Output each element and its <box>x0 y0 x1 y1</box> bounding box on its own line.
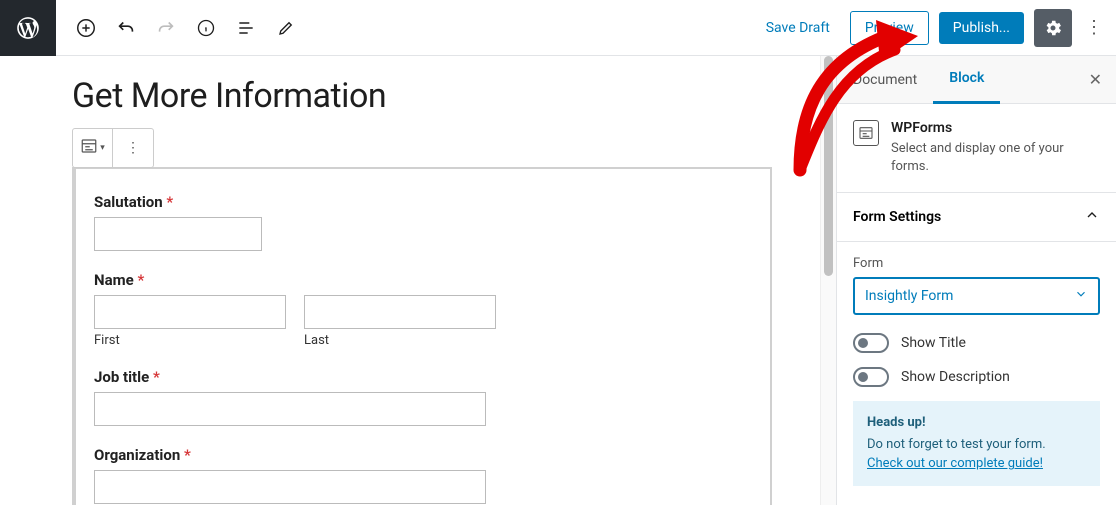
sublabel-last: Last <box>304 333 496 348</box>
save-draft-button[interactable]: Save Draft <box>756 14 840 42</box>
wpforms-icon <box>853 120 879 146</box>
chevron-down-icon: ▾ <box>100 143 105 153</box>
field-organization: Organization * <box>94 446 752 504</box>
editor-topbar: Save Draft Preview Publish... ⋮ <box>0 0 1116 56</box>
toggle-show-title-switch[interactable] <box>853 333 889 353</box>
salutation-input[interactable] <box>94 217 262 251</box>
editor-canvas: Get More Information ▾ ⋮ Salutation * Na… <box>0 56 820 505</box>
settings-sidebar: Document Block ✕ WPForms Select and disp… <box>836 56 1116 505</box>
close-sidebar-button[interactable]: ✕ <box>1075 70 1116 89</box>
block-type-icon[interactable]: ▾ <box>73 129 113 167</box>
panel-title: Form Settings <box>853 209 941 225</box>
panel-form-settings[interactable]: Form Settings <box>837 192 1116 242</box>
toolbar-right: Save Draft Preview Publish... ⋮ <box>756 9 1116 47</box>
chevron-down-icon <box>1074 287 1088 305</box>
scrollbar-thumb[interactable] <box>824 56 833 276</box>
field-label: Job title * <box>94 368 752 386</box>
sublabel-first: First <box>94 333 286 348</box>
preview-button[interactable]: Preview <box>850 11 929 45</box>
form-icon <box>80 137 98 159</box>
field-job-title: Job title * <box>94 368 752 426</box>
publish-button[interactable]: Publish... <box>939 12 1024 44</box>
wordpress-logo[interactable] <box>0 0 56 56</box>
add-block-button[interactable] <box>68 10 104 46</box>
field-label: Salutation * <box>94 193 752 211</box>
field-label: Name * <box>94 271 752 289</box>
redo-button[interactable] <box>148 10 184 46</box>
settings-button[interactable] <box>1034 9 1072 47</box>
toggle-show-description: Show Description <box>853 367 1100 387</box>
workspace: Get More Information ▾ ⋮ Salutation * Na… <box>0 56 1116 505</box>
block-description: WPForms Select and display one of your f… <box>837 104 1116 192</box>
toggle-show-title: Show Title <box>853 333 1100 353</box>
field-label: Organization * <box>94 446 752 464</box>
block-more-button[interactable]: ⋮ <box>113 129 153 167</box>
block-description-text: Select and display one of your forms. <box>891 140 1100 176</box>
toggle-label: Show Description <box>901 369 1010 385</box>
block-toolbar: ▾ ⋮ <box>72 128 154 168</box>
notice-body: Do not forget to test your form. <box>867 437 1046 452</box>
panel-body: Form Insightly Form Show Title Show Desc… <box>837 242 1116 505</box>
page-title[interactable]: Get More Information <box>72 76 776 116</box>
chevron-up-icon <box>1084 207 1100 227</box>
block-name: WPForms <box>891 120 1100 136</box>
organization-input[interactable] <box>94 470 486 504</box>
tab-document[interactable]: Document <box>837 56 933 104</box>
field-salutation: Salutation * <box>94 193 752 251</box>
toolbar-left <box>56 10 304 46</box>
notice-heading: Heads up! <box>867 413 1086 433</box>
sidebar-tabs: Document Block ✕ <box>837 56 1116 104</box>
edit-button[interactable] <box>268 10 304 46</box>
field-name: Name * First Last <box>94 271 752 348</box>
form-block[interactable]: Salutation * Name * First Last Jo <box>72 167 772 505</box>
last-name-input[interactable] <box>304 295 496 329</box>
form-select-value: Insightly Form <box>865 288 953 304</box>
scrollbar-track[interactable] <box>820 56 836 505</box>
toggle-show-description-switch[interactable] <box>853 367 889 387</box>
undo-button[interactable] <box>108 10 144 46</box>
form-select-label: Form <box>853 256 1100 271</box>
job-title-input[interactable] <box>94 392 486 426</box>
tab-block[interactable]: Block <box>933 56 1000 104</box>
notice-box: Heads up! Do not forget to test your for… <box>853 401 1100 486</box>
more-options-button[interactable]: ⋮ <box>1082 9 1106 47</box>
first-name-input[interactable] <box>94 295 286 329</box>
toggle-label: Show Title <box>901 335 966 351</box>
form-select[interactable]: Insightly Form <box>853 277 1100 315</box>
info-button[interactable] <box>188 10 224 46</box>
outline-button[interactable] <box>228 10 264 46</box>
notice-link[interactable]: Check out our complete guide! <box>867 456 1043 471</box>
